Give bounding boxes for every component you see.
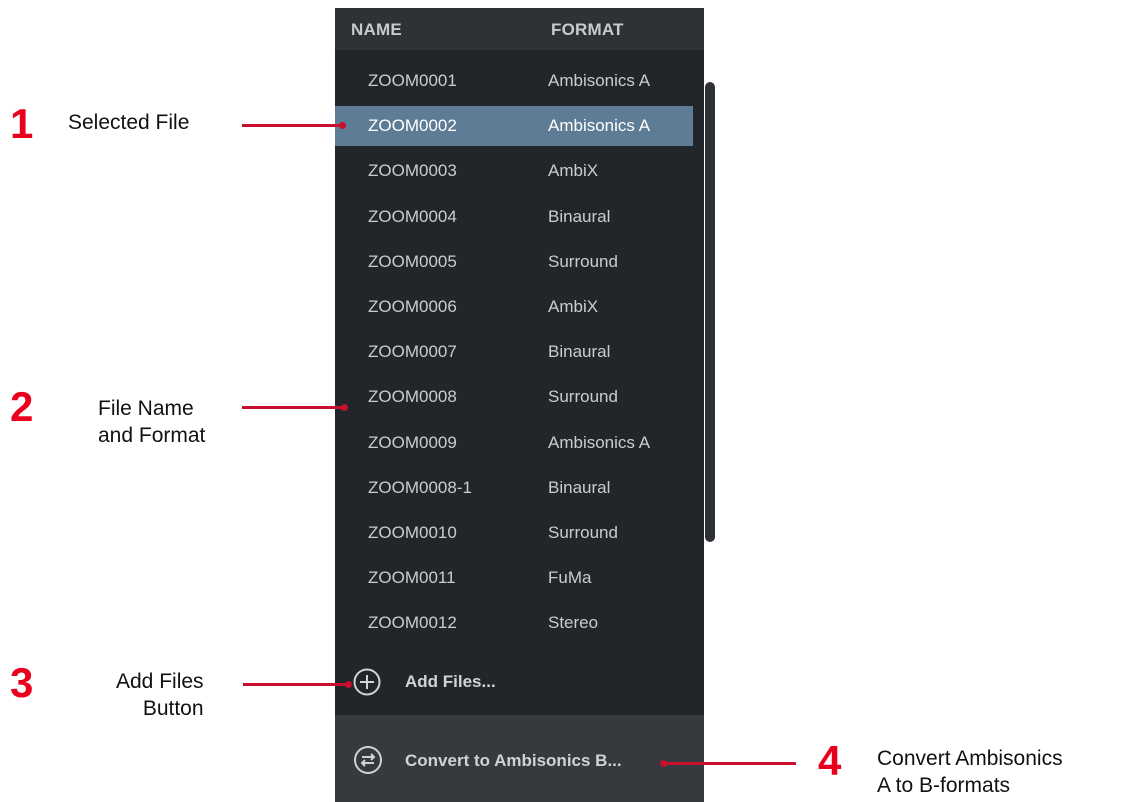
- file-row[interactable]: ZOOM0008-1 Binaural: [335, 468, 693, 508]
- file-row[interactable]: ZOOM0005 Surround: [335, 242, 693, 282]
- file-name: ZOOM0003: [368, 161, 457, 181]
- callout-number-4: 4: [818, 737, 842, 784]
- convert-arrows-icon: [354, 746, 382, 774]
- file-name: ZOOM0002: [368, 116, 457, 136]
- file-row[interactable]: ZOOM0009 Ambisonics A: [335, 423, 693, 463]
- file-format: Binaural: [548, 477, 611, 497]
- column-header-name[interactable]: NAME: [351, 20, 402, 40]
- add-files-button[interactable]: Add Files...: [335, 663, 704, 713]
- file-name: ZOOM0005: [368, 251, 457, 271]
- file-format: Stereo: [548, 613, 599, 633]
- file-format: Binaural: [548, 342, 611, 362]
- file-row[interactable]: ZOOM0003 AmbiX: [335, 151, 693, 191]
- file-name: ZOOM0011: [368, 568, 456, 588]
- file-format: Ambisonics A: [548, 116, 651, 136]
- callout-number-3: 3: [10, 659, 34, 706]
- callout-text-3: Add Files Button: [116, 670, 204, 720]
- file-name: ZOOM0010: [368, 523, 457, 542]
- file-row[interactable]: ZOOM0004 Binaural: [335, 197, 693, 237]
- callout-number-2: 2: [10, 383, 34, 430]
- callout-line-1: [242, 124, 342, 127]
- callout-text-4: Convert Ambisonics A to B-formats: [877, 747, 1063, 797]
- file-row-selected[interactable]: ZOOM0002 Ambisonics A: [335, 106, 693, 147]
- column-header: NAME FORMAT: [335, 8, 704, 50]
- callout-dot-1: [339, 122, 346, 129]
- convert-label: Convert to Ambisonics B...: [405, 751, 622, 770]
- column-header-format[interactable]: FORMAT: [551, 20, 624, 40]
- file-panel: NAME FORMAT ZOOM0001 Ambisonics A ZOOM0002…: [335, 8, 715, 802]
- file-name: ZOOM0008-1: [368, 477, 472, 497]
- file-format: Surround: [548, 523, 618, 542]
- plus-circle-icon: [353, 668, 381, 696]
- file-name: ZOOM0012: [368, 613, 457, 633]
- callout-line-4: [664, 762, 796, 765]
- file-format: AmbiX: [548, 297, 599, 316]
- file-name: ZOOM0006: [368, 297, 457, 316]
- file-format: Ambisonics A: [548, 432, 651, 452]
- file-format: Binaural: [548, 206, 611, 226]
- file-row[interactable]: ZOOM0012 Stereo: [335, 603, 693, 643]
- file-row[interactable]: ZOOM0008 Surround: [335, 377, 693, 417]
- file-row[interactable]: ZOOM0006 AmbiX: [335, 287, 693, 327]
- callout-line-3: [243, 683, 350, 686]
- callout-text-2: File Name and Format: [98, 397, 206, 447]
- callout-number-1: 1: [10, 100, 34, 147]
- file-name: ZOOM0008: [368, 387, 457, 407]
- file-format: FuMa: [548, 568, 592, 588]
- file-format: AmbiX: [548, 161, 599, 181]
- file-name: ZOOM0001: [368, 71, 457, 90]
- callout-dot-2: [341, 404, 348, 411]
- callout-dot-3: [345, 681, 352, 688]
- file-format: Surround: [548, 251, 618, 271]
- convert-button[interactable]: Convert to Ambisonics B...: [335, 715, 704, 802]
- file-row[interactable]: ZOOM0007 Binaural: [335, 332, 693, 372]
- scrollbar[interactable]: [705, 82, 715, 542]
- file-name: ZOOM0007: [368, 342, 457, 362]
- file-name: ZOOM0009: [368, 432, 457, 452]
- file-name: ZOOM0004: [368, 206, 457, 226]
- file-row[interactable]: ZOOM0011 FuMa: [335, 558, 693, 598]
- file-format: Surround: [548, 387, 618, 407]
- callout-text-1: Selected File: [68, 111, 190, 134]
- callout-line-2: [242, 406, 346, 409]
- file-row[interactable]: ZOOM0010 Surround: [335, 513, 693, 553]
- add-files-label: Add Files...: [405, 672, 496, 691]
- file-format: Ambisonics A: [548, 71, 651, 90]
- file-row[interactable]: ZOOM0001 Ambisonics A: [335, 61, 693, 101]
